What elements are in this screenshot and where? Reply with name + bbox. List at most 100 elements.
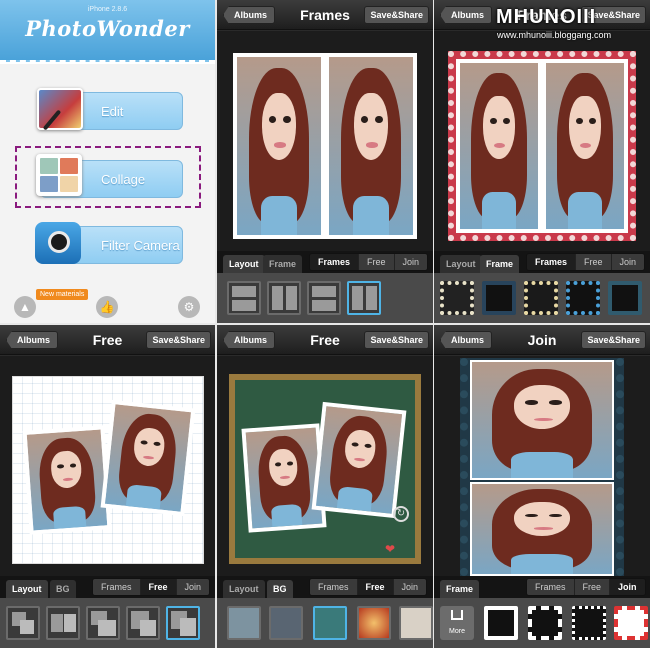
layout-picker — [0, 598, 215, 648]
collage-canvas[interactable] — [434, 31, 650, 251]
materials-icon[interactable]: ▲ — [14, 296, 36, 318]
rotate-icon[interactable]: ↻ — [393, 506, 409, 522]
mode-join[interactable]: Join — [610, 254, 645, 270]
background-option[interactable] — [357, 606, 391, 640]
mode-join[interactable]: Join — [175, 579, 210, 595]
top-bar: Albums Join Save&Share — [434, 325, 650, 355]
mode-frames[interactable]: Frames — [527, 254, 576, 270]
background-option[interactable] — [227, 606, 261, 640]
background-option[interactable] — [269, 606, 303, 640]
screenshot-collage: iPhone 2.8.6 PhotoWonder Edit Collage Fi… — [0, 0, 650, 648]
tab-strip: Layout Frame Frames Free Join — [217, 251, 433, 273]
frame-option[interactable] — [572, 606, 606, 640]
frame-picker — [434, 273, 650, 323]
frame-option[interactable] — [440, 281, 474, 315]
mode-frames[interactable]: Frames — [310, 254, 359, 270]
mode-switch: Frames Free Join — [309, 578, 428, 596]
layout-option[interactable] — [126, 606, 160, 640]
mode-switch: Frames Free Join — [526, 253, 646, 271]
download-icon — [451, 610, 463, 620]
frame-option[interactable] — [528, 606, 562, 640]
home-screen: iPhone 2.8.6 PhotoWonder Edit Collage Fi… — [0, 0, 215, 323]
layout-option-selected[interactable] — [347, 281, 381, 315]
mode-switch: Frames Free Join — [309, 253, 429, 271]
layout-option[interactable] — [6, 606, 40, 640]
layout-option-selected[interactable] — [166, 606, 200, 640]
mode-frames[interactable]: Frames — [310, 579, 357, 595]
tab-strip: Layout BG Frames Free Join — [217, 576, 433, 598]
more-label: More — [449, 628, 465, 635]
frame-option[interactable] — [608, 281, 642, 315]
collage-photo[interactable] — [100, 399, 196, 517]
tab-layout[interactable]: Layout — [440, 255, 482, 273]
tab-strip: Layout Frame Frames Free Join — [434, 251, 650, 273]
free-bg-screen: Albums Free Save&Share ↻ ❤ Layout BG Fra… — [217, 325, 433, 648]
layout-option[interactable] — [227, 281, 261, 315]
mode-frames[interactable]: Frames — [93, 579, 140, 595]
frame-option[interactable] — [524, 281, 558, 315]
save-share-button[interactable]: Save&Share — [146, 331, 211, 349]
mode-free[interactable]: Free — [139, 579, 176, 595]
free-layout-screen: Albums Free Save&Share Layout BG Frames … — [0, 325, 215, 648]
tab-frame[interactable]: Frame — [480, 255, 520, 273]
app-logo: PhotoWonder — [25, 16, 190, 41]
thumbs-up-icon[interactable]: 👍 — [96, 296, 118, 318]
top-bar: Albums Frames Save&Share — [217, 0, 433, 30]
gear-icon[interactable]: ⚙ — [178, 296, 200, 318]
collage-highlight-box — [15, 146, 201, 208]
mode-switch: Frames Free Join — [526, 578, 646, 596]
mode-join[interactable]: Join — [609, 579, 645, 595]
tab-bg[interactable]: BG — [267, 580, 293, 598]
collage-canvas[interactable] — [434, 356, 650, 576]
mode-switch: Frames Free Join — [92, 578, 211, 596]
tab-frame[interactable]: Frame — [263, 255, 303, 273]
layout-option[interactable] — [267, 281, 301, 315]
new-materials-badge: New materials — [36, 289, 89, 300]
collage-photo[interactable] — [233, 53, 325, 239]
tab-bg[interactable]: BG — [50, 580, 76, 598]
tab-layout[interactable]: Layout — [223, 580, 265, 598]
mode-free[interactable]: Free — [575, 254, 611, 270]
frame-option[interactable] — [614, 606, 648, 640]
collage-photo[interactable] — [542, 59, 628, 233]
photo-edit-icon — [37, 88, 83, 130]
camera-lens-icon — [48, 231, 70, 253]
save-share-button[interactable]: Save&Share — [364, 331, 429, 349]
mode-free[interactable]: Free — [358, 254, 394, 270]
mode-free[interactable]: Free — [356, 579, 393, 595]
tab-layout[interactable]: Layout — [6, 580, 48, 598]
tab-layout[interactable]: Layout — [223, 255, 265, 273]
collage-photo[interactable] — [311, 401, 407, 519]
frame-option[interactable] — [482, 281, 516, 315]
collage-photo[interactable] — [470, 482, 614, 576]
top-bar: Albums Free Save&Share — [217, 325, 433, 355]
tab-strip: Layout BG Frames Free Join — [0, 576, 215, 598]
save-share-button[interactable]: Save&Share — [364, 6, 429, 24]
background-option-selected[interactable] — [313, 606, 347, 640]
background-option[interactable] — [399, 606, 433, 640]
frame-option[interactable] — [484, 606, 518, 640]
collage-photo[interactable] — [241, 423, 327, 533]
frames-frame-screen: Albums Frames Save&Share Layout Frame Fr… — [434, 0, 650, 323]
mode-join[interactable]: Join — [393, 254, 428, 270]
frame-option[interactable] — [566, 281, 600, 315]
mode-join[interactable]: Join — [392, 579, 427, 595]
collage-photo[interactable] — [456, 59, 542, 233]
layout-option[interactable] — [307, 281, 341, 315]
collage-canvas[interactable] — [217, 31, 433, 251]
layout-option[interactable] — [86, 606, 120, 640]
collage-photo[interactable] — [470, 360, 614, 480]
save-share-button[interactable]: Save&Share — [581, 331, 646, 349]
watermark-brand: MHUNOIII — [496, 6, 597, 28]
collage-canvas[interactable]: ↻ ❤ — [217, 356, 433, 576]
version-label: iPhone 2.8.6 — [87, 6, 128, 13]
mode-free[interactable]: Free — [573, 579, 610, 595]
collage-canvas[interactable] — [0, 356, 215, 576]
layout-option[interactable] — [46, 606, 80, 640]
collage-photo[interactable] — [325, 53, 417, 239]
collage-photo[interactable] — [22, 425, 112, 535]
mode-frames[interactable]: Frames — [527, 579, 574, 595]
tab-strip: Frame Frames Free Join — [434, 576, 650, 598]
tab-frame[interactable]: Frame — [440, 580, 480, 598]
join-screen: Albums Join Save&Share Frame Frames Free… — [434, 325, 650, 648]
